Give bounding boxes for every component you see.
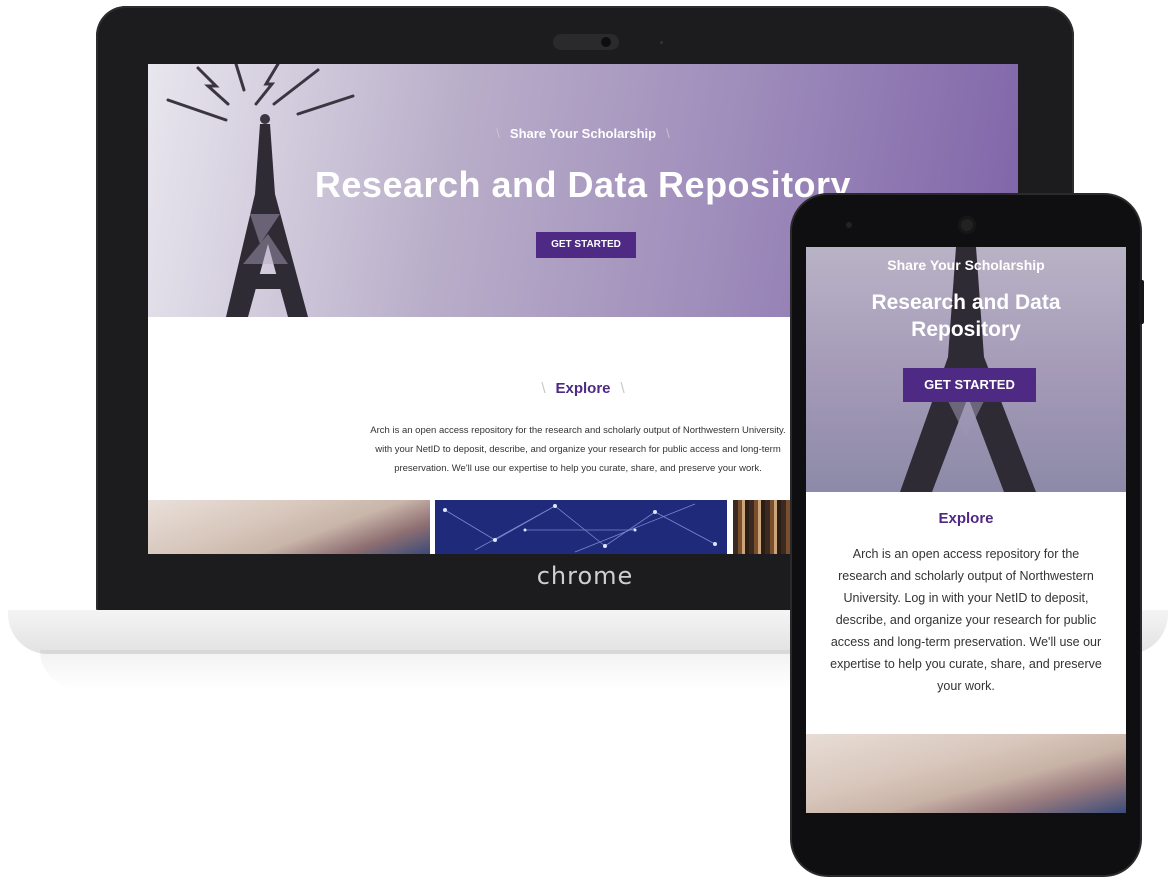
description-line: Arch is an open access repository for th… <box>370 425 786 436</box>
decorative-slash: \ <box>541 380 546 397</box>
mobile-hero-banner: Share Your Scholarship Research and Data… <box>806 247 1126 492</box>
feature-image-book[interactable] <box>148 500 430 554</box>
description-line: University. Log in with your NetID to de… <box>843 591 1089 605</box>
mobile-feature-image-book[interactable] <box>806 734 1126 813</box>
get-started-button[interactable]: GET STARTED <box>536 232 636 258</box>
mobile-hero-title-line: Research and Data <box>871 291 1061 314</box>
network-graphic <box>443 503 717 553</box>
description-line: research and scholarly output of Northwe… <box>838 569 1094 583</box>
phone-camera-icon <box>958 216 976 234</box>
mobile-hero-title: Research and Data Repository <box>806 289 1126 343</box>
decorative-slash: \ <box>666 126 670 141</box>
description-line: with your NetID to deposit, describe, an… <box>375 444 781 455</box>
mobile-hero-title-line: Repository <box>911 318 1021 341</box>
camera-lens-icon <box>601 37 611 47</box>
decorative-slash: \ <box>496 126 500 141</box>
explore-description: Arch is an open access repository for th… <box>308 421 848 478</box>
hero-eyebrow: Share Your Scholarship <box>509 126 657 141</box>
mobile-explore-heading: Explore <box>938 510 994 527</box>
mobile-explore-description: Arch is an open access repository for th… <box>806 543 1126 697</box>
phone-side-button <box>1139 280 1144 324</box>
mobile-hero-eyebrow: Share Your Scholarship <box>887 257 1045 273</box>
description-line: preservation. We'll use our expertise to… <box>394 463 762 474</box>
laptop-camera <box>553 34 619 50</box>
description-line: expertise to help you curate, share, and… <box>830 657 1102 671</box>
phone-sensor <box>846 222 852 228</box>
decorative-slash: \ <box>620 380 625 397</box>
description-line: access and long-term preservation. We'll… <box>830 635 1102 649</box>
description-line: your work. <box>937 679 995 693</box>
phone-screen: Share Your Scholarship Research and Data… <box>806 247 1126 813</box>
laptop-sensor-dot <box>660 41 663 44</box>
description-line: describe, and organize your research for… <box>835 613 1097 627</box>
feature-image-network[interactable] <box>435 500 727 554</box>
mobile-get-started-button[interactable]: GET STARTED <box>903 368 1036 402</box>
description-line: Arch is an open access repository for th… <box>852 547 1080 561</box>
explore-heading: Explore <box>555 380 611 397</box>
